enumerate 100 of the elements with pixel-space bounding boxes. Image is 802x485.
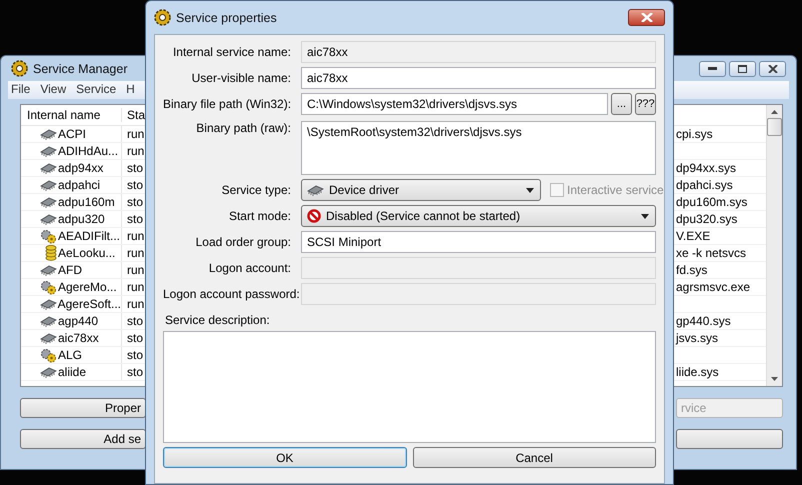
chip-icon	[40, 264, 57, 276]
chip-icon	[40, 128, 57, 140]
chip-icon	[40, 162, 57, 174]
dropdown[interactable]: Device driver	[301, 179, 541, 201]
field-label: Logon account:	[208, 261, 292, 275]
close-icon	[640, 13, 652, 22]
column-header[interactable]: Internal name	[21, 108, 122, 122]
menu-item[interactable]: File	[11, 82, 30, 98]
chip-icon	[40, 214, 57, 224]
path-field[interactable]: C:\Windows\system32\drivers\djsvs.sys	[301, 93, 608, 115]
table-cell: ACPI	[58, 127, 86, 141]
chip-icon	[40, 366, 57, 378]
scroll-down-icon[interactable]	[771, 377, 778, 381]
table-cell: run	[127, 144, 144, 158]
small-button[interactable]: ...	[611, 93, 632, 115]
table-cell: AeLooku...	[58, 246, 116, 260]
gear-icon	[11, 60, 28, 77]
table-cell: sto	[127, 331, 144, 345]
close-button[interactable]	[759, 60, 786, 76]
no-entry-icon	[307, 209, 321, 223]
field-label: Load order group:	[194, 235, 292, 249]
menu-item[interactable]: Service	[76, 82, 116, 98]
table-cell: aliide	[58, 365, 86, 379]
window-title: Service Manager	[33, 62, 128, 76]
table-cell: sto	[127, 212, 144, 226]
table-cell: run	[127, 229, 144, 243]
table-cell: V.EXE	[676, 229, 710, 243]
dialog-button[interactable]: OK	[163, 447, 406, 468]
table-cell: adpu160m	[58, 195, 115, 209]
text-field[interactable]: aic78xx	[301, 67, 656, 89]
main-button[interactable]: Add se	[20, 429, 146, 449]
chip-icon	[40, 332, 57, 344]
table-cell: AFD	[58, 263, 82, 277]
scroll-thumb[interactable]	[767, 118, 782, 136]
table-cell: gp440.sys	[676, 314, 731, 328]
text-field[interactable]: aic78xx	[301, 41, 656, 63]
table-cell: sto	[127, 195, 144, 209]
field-label: Start mode:	[228, 209, 292, 223]
table-cell: dp94xx.sys	[676, 161, 736, 175]
table-cell: ALG	[58, 348, 82, 362]
maximize-icon	[738, 64, 747, 72]
field-label: Service type:	[220, 183, 292, 197]
minimize-button[interactable]	[699, 60, 726, 76]
table-cell: ADIHdAu...	[58, 144, 118, 158]
chip-icon	[40, 298, 57, 310]
table-cell: run	[127, 246, 144, 260]
close-button[interactable]	[628, 9, 665, 26]
table-cell: run	[127, 297, 144, 311]
table-cell: sto	[127, 314, 144, 328]
scrollbar[interactable]	[766, 105, 782, 386]
table-cell: aic78xx	[58, 331, 99, 345]
table-cell: AgereSoft...	[58, 297, 121, 311]
field-label: Service description:	[165, 313, 270, 327]
table-cell: sto	[127, 161, 144, 175]
text-area[interactable]: \SystemRoot\system32\drivers\djsvs.sys	[301, 120, 656, 174]
menu-item[interactable]: View	[40, 82, 66, 98]
caret-icon	[526, 188, 534, 192]
table-cell: dpu160m.sys	[676, 195, 748, 209]
minimize-icon	[708, 66, 717, 70]
chip-icon	[40, 180, 57, 190]
table-cell: sto	[127, 348, 144, 362]
table-cell: fd.sys	[676, 263, 708, 277]
table-cell: adpahci	[58, 178, 100, 192]
table-cell: liide.sys	[676, 365, 719, 379]
chip-icon	[307, 184, 324, 196]
gears-icon	[40, 228, 57, 244]
field-label: Binary file path (Win32):	[163, 97, 292, 111]
chip-icon	[40, 196, 57, 208]
menu-item[interactable]: H	[126, 82, 135, 98]
table-cell: adpu320	[58, 212, 105, 226]
table-cell: AEADIFilt...	[58, 229, 120, 243]
text-field[interactable]: SCSI Miniport	[301, 231, 656, 253]
table-cell: cpi.sys	[676, 127, 713, 141]
table-cell: AgereMo...	[58, 280, 117, 294]
main-button[interactable]	[676, 429, 783, 449]
field-label: Binary path (raw):	[195, 120, 292, 135]
coin-stack-icon	[45, 245, 57, 261]
caret-icon	[641, 214, 649, 218]
chip-icon	[40, 316, 57, 326]
table-cell: jsvs.sys	[676, 331, 718, 345]
table-cell: run	[127, 280, 144, 294]
table-cell: dpu320.sys	[676, 212, 738, 226]
table-cell: adp94xx	[58, 161, 104, 175]
gear-icon	[154, 9, 171, 26]
field-label: Logon account password:	[163, 287, 301, 301]
small-button[interactable]: ???	[635, 93, 656, 115]
table-cell: run	[127, 127, 144, 141]
table-cell: xe -k netsvcs	[676, 246, 746, 260]
gears-icon	[40, 348, 57, 362]
dialog-button[interactable]: Cancel	[412, 447, 656, 468]
scroll-up-icon[interactable]	[771, 110, 778, 114]
field-label: User-visible name:	[190, 71, 292, 85]
chip-icon	[40, 146, 57, 156]
dialog-title: Service properties	[176, 10, 277, 24]
maximize-button[interactable]	[729, 60, 756, 76]
table-cell: sto	[127, 178, 144, 192]
field-label: Internal service name:	[172, 45, 292, 59]
gears-icon	[40, 280, 57, 294]
table-cell: run	[127, 263, 144, 277]
dropdown[interactable]: Disabled (Service cannot be started)	[301, 205, 656, 227]
